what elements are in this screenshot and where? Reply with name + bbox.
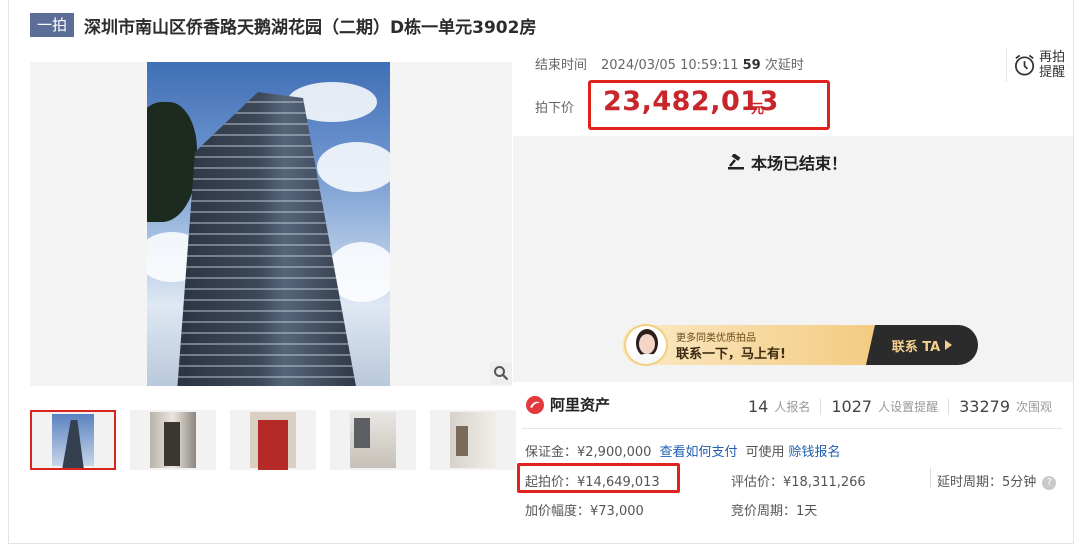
deposit-text: 保证金：¥2,900,000 <box>525 445 652 460</box>
delay-period: 延时周期：5分钟 <box>937 475 1037 490</box>
bid-period: 竞价周期：1天 <box>731 504 818 519</box>
thumbnail-5[interactable] <box>430 410 516 470</box>
how-to-pay-link[interactable]: 查看如何支付 <box>659 445 737 460</box>
credit-signup-link[interactable]: 赊钱报名 <box>788 445 840 460</box>
assess-price: 评估价：¥18,311,266 <box>731 475 866 490</box>
reminder-count: 1027 <box>831 397 873 416</box>
gavel-icon <box>728 154 744 170</box>
delay-period-cell: 延时周期：5分钟? <box>937 471 1057 490</box>
banner-subtitle: 更多同类优质拍品 <box>676 333 756 344</box>
start-price: 起拍价：¥14,649,013 <box>525 475 660 490</box>
divider <box>522 428 1062 429</box>
play-arrow-icon <box>945 340 953 350</box>
auction-status: 本场已结束！ <box>727 150 847 174</box>
reminder-unit: 人设置提醒 <box>878 400 939 414</box>
brand: 阿里资产 <box>525 394 610 415</box>
thumbnail-4[interactable] <box>330 410 416 470</box>
thumbnail-3[interactable] <box>230 410 316 470</box>
thumbnail-1[interactable] <box>30 410 116 470</box>
signup-unit: 人报名 <box>774 400 811 414</box>
deposit-row: 保证金：¥2,900,000 查看如何支付 可使用 赊钱报名 <box>525 441 840 460</box>
thumbnail-2[interactable] <box>130 410 216 470</box>
contact-banner[interactable]: 更多同类优质拍品 联系一下，马上有! 联系 TA <box>622 324 978 366</box>
end-time-value: 2024/03/05 10:59:11 <box>601 58 739 73</box>
delay-count: 59 <box>742 58 761 73</box>
auction-status-panel: 本场已结束！ <box>513 136 1073 316</box>
view-unit: 次围观 <box>1016 400 1053 414</box>
alarm-clock-icon <box>1015 54 1035 76</box>
contact-button-label: 联系 TA <box>891 339 941 355</box>
auction-status-text: 本场已结束！ <box>751 154 848 173</box>
bid-increment: 加价幅度：¥73,000 <box>525 504 644 519</box>
banner-title: 联系一下，马上有! <box>676 347 786 362</box>
main-photo <box>147 62 390 386</box>
alibaba-logo-icon <box>526 395 544 414</box>
help-icon[interactable]: ? <box>1042 475 1057 490</box>
final-price-label: 拍下价 <box>535 101 575 116</box>
price-row: 拍下价 <box>535 97 574 116</box>
final-price-unit: 元 <box>751 102 765 117</box>
main-image-viewer[interactable] <box>30 62 512 386</box>
signup-count: 14 <box>748 397 769 416</box>
auction-summary: 结束时间 2024/03/05 10:59:11 59 次延时 拍下价 23,4… <box>513 42 1073 134</box>
contact-ta-button[interactable]: 联系 TA <box>866 325 978 365</box>
remind-button[interactable]: 再拍提醒 <box>1006 48 1066 82</box>
end-time-label: 结束时间 <box>535 58 588 73</box>
column-separator <box>930 468 931 488</box>
brand-name: 阿里资产 <box>550 396 611 414</box>
remind-label: 再拍提醒 <box>1039 50 1066 80</box>
title-row: 一拍 深圳市南山区侨香路天鹅湖花园（二期）D栋一单元3902房 <box>30 12 536 38</box>
delay-suffix: 次延时 <box>764 58 804 73</box>
can-use-text: 可使用 <box>745 445 785 460</box>
stats-row: 14 人报名 1027 人设置提醒 33279 次围观 <box>748 397 1052 416</box>
zoom-icon[interactable] <box>490 362 512 384</box>
page-title: 深圳市南山区侨香路天鹅湖花园（二期）D栋一单元3902房 <box>84 17 537 38</box>
view-count: 33279 <box>959 397 1011 416</box>
auction-round-badge: 一拍 <box>30 13 75 37</box>
end-time-row: 结束时间 2024/03/05 10:59:11 59 次延时 <box>535 54 804 73</box>
thumbnail-strip <box>30 410 516 470</box>
agent-avatar <box>624 324 668 366</box>
